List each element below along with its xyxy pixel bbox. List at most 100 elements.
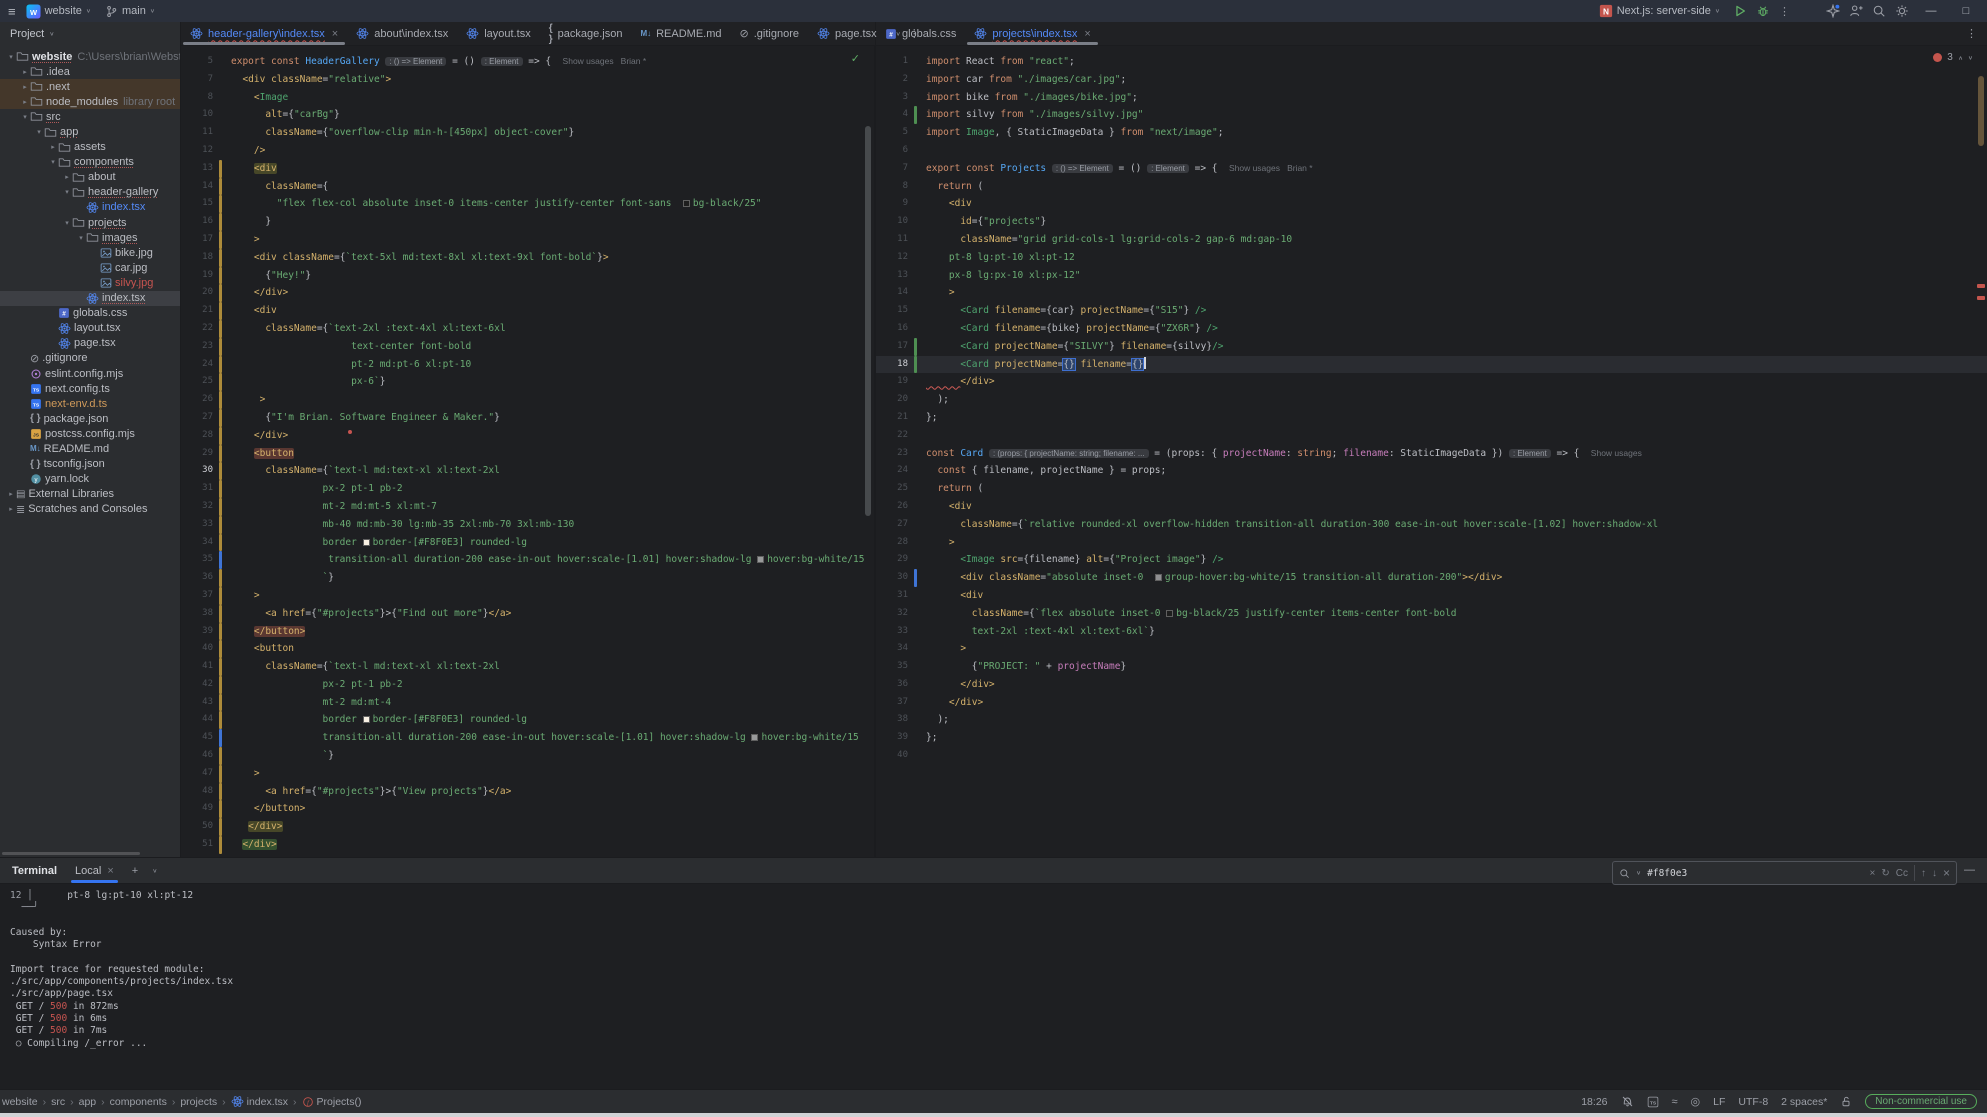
terminal-output[interactable]: 12 │ pt-8 lg:pt-10 xl:pt-12 ──╯ Caused b… [0,884,1987,1050]
editor-line-17[interactable]: 17 > [181,231,874,249]
chevron-down-icon[interactable]: ▾ [48,158,58,166]
caret-position[interactable]: 18:26 [1581,1096,1607,1108]
line-number[interactable]: 46 [181,747,213,765]
line-number[interactable]: 11 [181,124,213,142]
next-match-icon[interactable]: ↓ [1932,868,1937,879]
line-number[interactable]: 47 [181,765,213,783]
editor-line-49[interactable]: 49 </button> [181,800,874,818]
main-menu-icon[interactable]: ≡ [8,4,16,19]
editor-line-41[interactable]: 41 className={`text-l md:text-xl xl:text… [181,658,874,676]
editor-scrollbar[interactable] [1978,76,1984,146]
editor-line-40[interactable]: 40 <button [181,640,874,658]
line-number[interactable]: 48 [181,783,213,801]
editor-line-22[interactable]: 22 [876,427,1987,445]
line-number[interactable]: 42 [181,676,213,694]
tab-projects-index-tsx[interactable]: projects\index.tsx× [965,22,1099,45]
settings-icon[interactable] [1895,4,1909,18]
tab-layout-tsx[interactable]: layout.tsx [457,22,539,45]
breadcrumb-item-app[interactable]: app [79,1096,97,1108]
chevron-right-icon[interactable]: ▸ [62,173,72,181]
editor-line-36[interactable]: 36 `} [181,569,874,587]
line-number[interactable]: 39 [181,623,213,641]
tree-item-next-env-d-ts[interactable]: TSnext-env.d.ts [0,396,180,411]
line-number[interactable]: 29 [876,551,908,569]
editor-line-14[interactable]: 14 className={ [181,178,874,196]
line-number[interactable]: 51 [181,836,213,854]
tree-item-bike-jpg[interactable]: bike.jpg [0,245,180,260]
line-number[interactable]: 43 [181,694,213,712]
error-stripe[interactable] [1977,296,1985,300]
editor-line-11[interactable]: 11 className="grid grid-cols-1 lg:grid-c… [876,231,1987,249]
prev-problem-icon[interactable]: ∨ [1958,54,1963,60]
tree-item--next[interactable]: ▸.next [0,79,180,94]
line-number[interactable]: 29 [181,445,213,463]
editor-line-34[interactable]: 34 > [876,640,1987,658]
line-number[interactable]: 12 [181,142,213,160]
terminal-title[interactable]: Terminal [12,865,57,877]
tree-item-src[interactable]: ▾src [0,109,180,124]
terminal-tab-local[interactable]: Local × [71,858,118,883]
target-icon[interactable]: ◎ [1691,1095,1701,1108]
editor-line-20[interactable]: 20 </div> [181,284,874,302]
line-number[interactable]: 30 [876,569,908,587]
line-number[interactable]: 25 [876,480,908,498]
line-number[interactable]: 22 [876,427,908,445]
line-number[interactable]: 13 [181,160,213,178]
editor-line-16[interactable]: 16 } [181,213,874,231]
more-actions-icon[interactable]: ⋮ [1779,5,1790,18]
editor-line-40[interactable]: 40 [876,747,1987,765]
breadcrumb-item-components[interactable]: components [110,1096,167,1108]
editor-line-3[interactable]: 3import bike from "./images/bike.jpg"; [876,89,1987,107]
editor-line-5[interactable]: 5import Image, { StaticImageData } from … [876,124,1987,142]
editor-line-26[interactable]: 26 <div [876,498,1987,516]
chevron-down-icon[interactable]: ∨ [1636,870,1641,876]
chevron-down-icon[interactable]: ▾ [62,219,72,227]
search-input[interactable]: #f8f0e3 [1647,868,1863,879]
chevron-down-icon[interactable]: ▾ [76,234,86,242]
editor-line-24[interactable]: 24 pt-2 md:pt-6 xl:pt-10 [181,356,874,374]
line-number[interactable]: 38 [876,711,908,729]
prev-match-icon[interactable]: ↑ [1921,868,1926,879]
line-number[interactable]: 10 [876,213,908,231]
line-number[interactable]: 11 [876,231,908,249]
editor-line-28[interactable]: 28 </div> [181,427,874,445]
editor-line-48[interactable]: 48 <a href={"#projects"}>{"View projects… [181,783,874,801]
tree-item-projects[interactable]: ▾projects [0,215,180,230]
tree-item-postcss-config-mjs[interactable]: JSpostcss.config.mjs [0,426,180,441]
line-number[interactable]: 49 [181,800,213,818]
tab-package-json[interactable]: { }package.json [540,22,632,45]
editor-line-21[interactable]: 21 <div [181,302,874,320]
close-icon[interactable]: × [107,865,113,877]
tree-item--gitignore[interactable]: ⊘.gitignore [0,351,180,366]
editor-line-35[interactable]: 35 {"PROJECT: " + projectName} [876,658,1987,676]
line-number[interactable]: 24 [181,356,213,374]
line-number[interactable]: 27 [876,516,908,534]
editor-line-12[interactable]: 12 /> [181,142,874,160]
tree-item-globals-css[interactable]: #globals.css [0,306,180,321]
editor-line-14[interactable]: 14 > [876,284,1987,302]
editor-line-12[interactable]: 12 pt-8 lg:pt-10 xl:pt-12 [876,249,1987,267]
tab-readme-md[interactable]: M↓README.md [631,22,730,45]
search-history-icon[interactable]: ↻ [1881,868,1889,879]
line-number[interactable]: 20 [181,284,213,302]
editor-line-19[interactable]: 19 </div> [876,373,1987,391]
line-number[interactable]: 21 [181,302,213,320]
line-number[interactable]: 8 [181,89,213,107]
line-number[interactable]: 13 [876,267,908,285]
writable-lock-icon[interactable] [1840,1096,1852,1108]
editor-line-18[interactable]: 18 <Card projectName={} filename={} [876,356,1987,374]
maximize-button[interactable]: □ [1953,5,1979,17]
editor-line-26[interactable]: 26 > [181,391,874,409]
run-button[interactable] [1733,4,1747,18]
tree-item--idea[interactable]: ▸.idea [0,64,180,79]
line-number[interactable]: 36 [876,676,908,694]
file-encoding[interactable]: UTF-8 [1738,1096,1768,1108]
tab-options-icon[interactable]: ⋮ [1966,27,1977,40]
chevron-down-icon[interactable]: ▾ [62,188,72,196]
editor-line-9[interactable]: 9 <div [876,195,1987,213]
match-case-toggle[interactable]: Cc [1896,868,1908,879]
line-number[interactable]: 26 [181,391,213,409]
line-number[interactable]: 15 [181,195,213,213]
indent-style[interactable]: 2 spaces* [1781,1096,1827,1108]
line-number[interactable]: 27 [181,409,213,427]
